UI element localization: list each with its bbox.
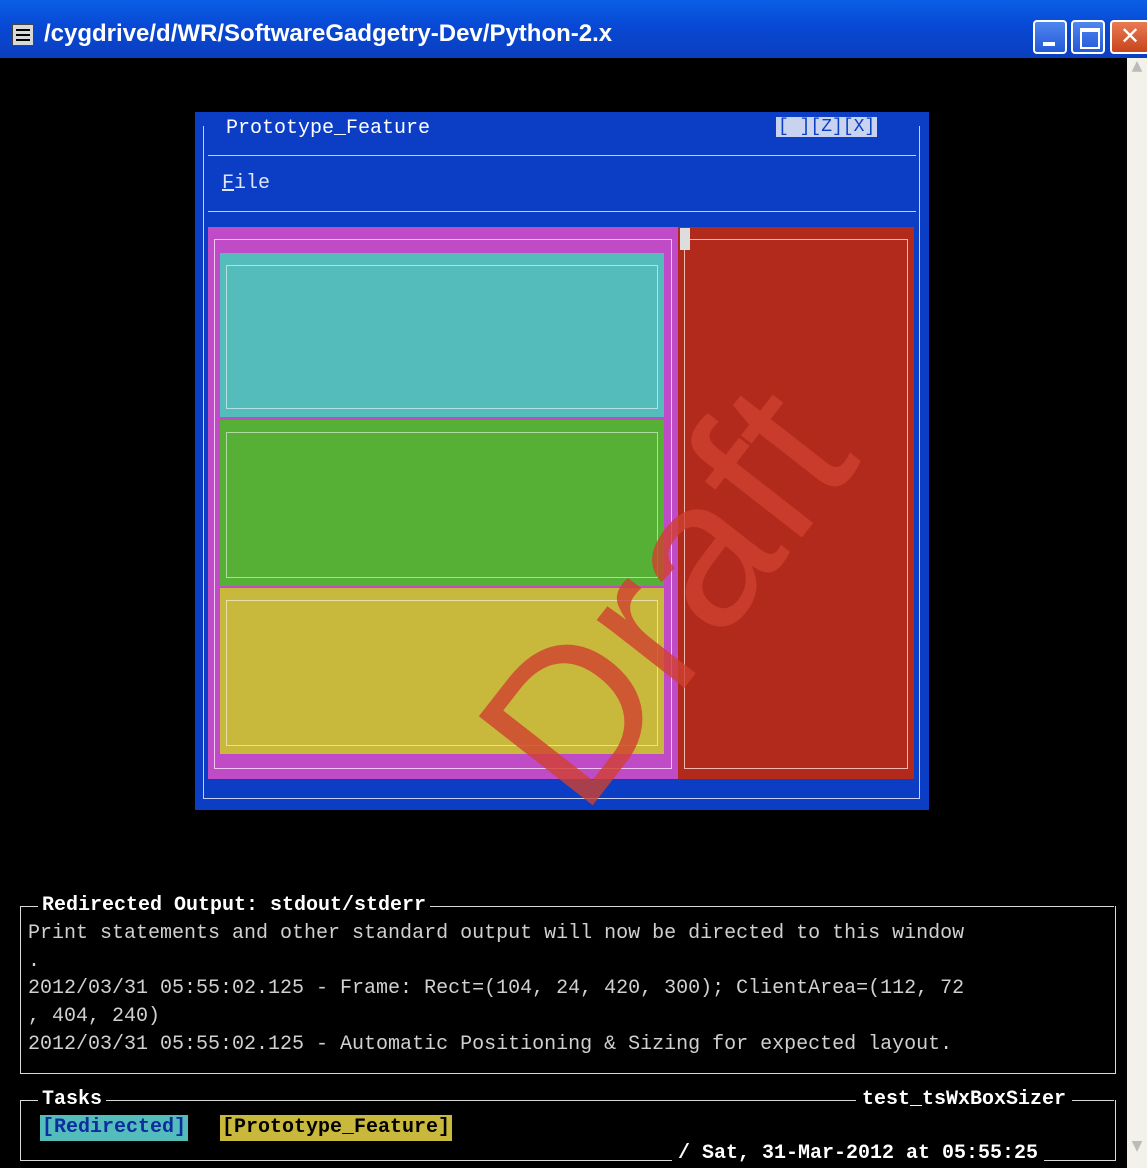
output-line: .: [28, 950, 41, 973]
frame-title: Prototype_Feature: [222, 117, 435, 140]
output-line: 2012/03/31 05:55:02.125 - Frame: Rect=(1…: [28, 977, 965, 1000]
menu-file-mnemonic: F: [222, 172, 235, 195]
task-prototype-feature-button[interactable]: [Prototype_Feature]: [220, 1115, 453, 1141]
panel-cyan[interactable]: [220, 253, 664, 417]
panel-cyan-border: [226, 265, 658, 409]
close-button[interactable]: [1110, 20, 1147, 54]
menubar-divider-bottom: [208, 211, 916, 212]
scroll-up-arrow-icon[interactable]: ▲: [1127, 58, 1147, 88]
menu-file-label: ile: [234, 172, 271, 195]
output-line: , 404, 240): [28, 1005, 161, 1028]
resize-grip[interactable]: [680, 228, 690, 250]
output-panel-title: Redirected Output: stdout/stderr: [38, 894, 431, 917]
menu-file[interactable]: File: [222, 172, 270, 195]
window-titlebar[interactable]: /cygdrive/d/WR/SoftwareGadgetry-Dev/Pyth…: [0, 0, 1147, 58]
frame-window-buttons[interactable]: [ ][Z][X]: [776, 117, 878, 137]
menubar-divider-top: [208, 155, 916, 156]
task-redirected-button[interactable]: [Redirected]: [40, 1115, 189, 1141]
tasks-title: Tasks: [38, 1088, 107, 1111]
terminal-icon[interactable]: [12, 24, 34, 46]
window-title: /cygdrive/d/WR/SoftwareGadgetry-Dev/Pyth…: [44, 20, 613, 47]
scroll-down-arrow-icon[interactable]: ▼: [1127, 1138, 1147, 1168]
status-datetime: / Sat, 31-Mar-2012 at 05:55:25: [672, 1142, 1045, 1165]
vertical-scrollbar[interactable]: [1127, 58, 1147, 1168]
minimize-button[interactable]: [1033, 20, 1067, 54]
tasks-app-name: test_tsWxBoxSizer: [856, 1088, 1073, 1111]
output-line: Print statements and other standard outp…: [28, 922, 965, 945]
maximize-button[interactable]: [1071, 20, 1105, 54]
output-line: 2012/03/31 05:55:02.125 - Automatic Posi…: [28, 1033, 953, 1056]
